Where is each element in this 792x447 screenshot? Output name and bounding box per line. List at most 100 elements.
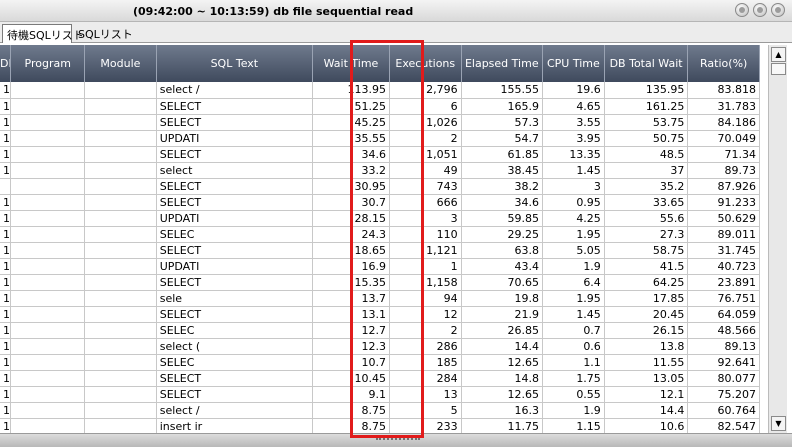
cell-program bbox=[10, 338, 86, 355]
table-row[interactable]: 1 SELECT 30.7 666 34.6 0.95 33.65 91.233 bbox=[0, 194, 760, 211]
column-header-program[interactable]: Program bbox=[10, 45, 86, 82]
cell-db-total-wait: 135.95 bbox=[604, 82, 689, 99]
cell-db-total-wait: 13.8 bbox=[604, 338, 689, 355]
table-row[interactable]: 1 select /8.75 5 16.3 1.9 14.4 60.764 bbox=[0, 402, 760, 419]
cell-module bbox=[84, 402, 157, 419]
cell-module bbox=[84, 130, 157, 147]
cell-module bbox=[84, 418, 157, 433]
column-header-executions[interactable]: Executions bbox=[389, 45, 462, 82]
tab-sql-list[interactable]: SQLリスト bbox=[74, 24, 133, 43]
table-row[interactable]: 1 SELECT 13.1 12 21.9 1.45 20.45 64.059 bbox=[0, 306, 760, 323]
table-row[interactable]: 1 select /113.95 2,796 155.55 19.6 135.95 83.8… bbox=[0, 82, 760, 99]
cell-elapsed-time: 54.7 bbox=[461, 130, 543, 147]
minimize-button[interactable] bbox=[735, 3, 749, 17]
table-row[interactable]: 1 sele 13.7 94 19.8 1.95 17.85 76.751 bbox=[0, 290, 760, 307]
column-header-elapsed-time[interactable]: Elapsed Time bbox=[461, 45, 543, 82]
cell-program bbox=[10, 194, 86, 211]
cell-db-user: 1 bbox=[0, 162, 12, 179]
tab-wait-sql-list[interactable]: 待機SQLリスト bbox=[2, 24, 84, 43]
cell-executions: 2,796 bbox=[389, 82, 462, 99]
cell-sql-text: SELEC bbox=[156, 354, 313, 371]
cell-wait-time: 12.7 bbox=[312, 322, 390, 339]
cell-db-user: 1 bbox=[0, 290, 12, 307]
scroll-down-button[interactable]: ▼ bbox=[771, 416, 786, 431]
cell-db-user: 1 bbox=[0, 130, 12, 147]
vertical-scrollbar[interactable]: ▲ ▼ bbox=[768, 45, 787, 433]
sql-table: DB UserProgramModuleSQL TextWait TimeExe… bbox=[0, 45, 760, 433]
maximize-button[interactable] bbox=[753, 3, 767, 17]
cell-ratio: 87.926 bbox=[687, 178, 760, 195]
table-row[interactable]: 1 SELECT 45.25 1,026 57.3 3.55 53.75 84.186 bbox=[0, 114, 760, 131]
cell-sql-text: sele bbox=[156, 290, 313, 307]
column-header-db-total-wait[interactable]: DB Total Wait bbox=[604, 45, 689, 82]
table-row[interactable]: 1 SELEC 12.7 2 26.85 0.7 26.15 48.566 bbox=[0, 322, 760, 339]
column-header-module[interactable]: Module bbox=[84, 45, 157, 82]
table-row[interactable]: 1 select 33.2 49 38.45 1.45 37 89.73 bbox=[0, 162, 760, 179]
column-header-db-user[interactable]: DB User bbox=[0, 45, 12, 82]
cell-wait-time: 30.95 bbox=[312, 178, 390, 195]
table-row[interactable]: 1 SELEC 24.3 110 29.25 1.95 27.3 89.011 bbox=[0, 226, 760, 243]
cell-db-total-wait: 53.75 bbox=[604, 114, 689, 131]
cell-module bbox=[84, 290, 157, 307]
close-button[interactable] bbox=[771, 3, 785, 17]
table-row[interactable]: 1 SELECT 10.45 284 14.8 1.75 13.05 80.077 bbox=[0, 370, 760, 387]
table-row[interactable]: SELECT 30.95 743 38.2 3 35.2 87.926 bbox=[0, 178, 760, 195]
splitter-grip-icon[interactable] bbox=[376, 438, 420, 444]
cell-db-user: 1 bbox=[0, 418, 12, 433]
cell-wait-time: 45.25 bbox=[312, 114, 390, 131]
cell-db-total-wait: 50.75 bbox=[604, 130, 689, 147]
cell-cpu-time: 1.15 bbox=[542, 418, 605, 433]
cell-executions: 1,026 bbox=[389, 114, 462, 131]
cell-module bbox=[84, 210, 157, 227]
table-row[interactable]: 1 insert ir 8.75 233 11.75 1.15 10.6 82.547 bbox=[0, 418, 760, 433]
column-header-sql-text[interactable]: SQL Text bbox=[156, 45, 313, 82]
cell-db-total-wait: 26.15 bbox=[604, 322, 689, 339]
table-row[interactable]: 1 SELECT 9.1 13 12.65 0.55 12.1 75.207 bbox=[0, 386, 760, 403]
cell-program bbox=[10, 386, 86, 403]
table-row[interactable]: 1 SELEC 10.7 185 12.65 1.1 11.55 92.641 bbox=[0, 354, 760, 371]
table-row[interactable]: 1 UPDATI 16.9 1 43.4 1.9 41.5 40.723 bbox=[0, 258, 760, 275]
cell-db-total-wait: 33.65 bbox=[604, 194, 689, 211]
column-header-cpu-time[interactable]: CPU Time bbox=[542, 45, 605, 82]
cell-sql-text: SELECT bbox=[156, 114, 313, 131]
cell-executions: 185 bbox=[389, 354, 462, 371]
cell-ratio: 92.641 bbox=[687, 354, 760, 371]
cell-cpu-time: 0.6 bbox=[542, 338, 605, 355]
cell-program bbox=[10, 306, 86, 323]
cell-wait-time: 13.7 bbox=[312, 290, 390, 307]
cell-sql-text: SELECT bbox=[156, 178, 313, 195]
cell-db-total-wait: 14.4 bbox=[604, 402, 689, 419]
cell-module bbox=[84, 338, 157, 355]
cell-elapsed-time: 34.6 bbox=[461, 194, 543, 211]
scroll-thumb[interactable] bbox=[771, 63, 786, 75]
table-row[interactable]: 1 SELECT 34.6 1,051 61.85 13.35 48.5 71.34 bbox=[0, 146, 760, 163]
table-row[interactable]: 1 UPDATI 35.55 2 54.7 3.95 50.75 70.049 bbox=[0, 130, 760, 147]
cell-module bbox=[84, 194, 157, 211]
bottom-splitter[interactable] bbox=[0, 433, 792, 447]
cell-wait-time: 8.75 bbox=[312, 418, 390, 433]
table-row[interactable]: 1 SELECT 18.65 1,121 63.8 5.05 58.75 31.745 bbox=[0, 242, 760, 259]
cell-executions: 743 bbox=[389, 178, 462, 195]
table-row[interactable]: 1 UPDATI 28.15 3 59.85 4.25 55.6 50.629 bbox=[0, 210, 760, 227]
cell-db-user: 1 bbox=[0, 258, 12, 275]
cell-program bbox=[10, 226, 86, 243]
cell-db-user: 1 bbox=[0, 322, 12, 339]
table-row[interactable]: 1 SELECT 51.25 6 165.9 4.65 161.25 31.783 bbox=[0, 98, 760, 115]
cell-db-total-wait: 17.85 bbox=[604, 290, 689, 307]
cell-cpu-time: 1.9 bbox=[542, 258, 605, 275]
table-row[interactable]: 1 SELECT 15.35 1,158 70.65 6.4 64.25 23.891 bbox=[0, 274, 760, 291]
scroll-up-button[interactable]: ▲ bbox=[771, 47, 786, 62]
cell-cpu-time: 1.1 bbox=[542, 354, 605, 371]
table-row[interactable]: 1 select (12.3 286 14.4 0.6 13.8 89.13 bbox=[0, 338, 760, 355]
cell-module bbox=[84, 354, 157, 371]
column-header-wait-time[interactable]: Wait Time bbox=[312, 45, 390, 82]
cell-db-user bbox=[0, 178, 12, 195]
cell-ratio: 83.818 bbox=[687, 82, 760, 99]
column-header-ratio[interactable]: Ratio(%) bbox=[687, 45, 760, 82]
cell-db-total-wait: 64.25 bbox=[604, 274, 689, 291]
cell-elapsed-time: 38.2 bbox=[461, 178, 543, 195]
cell-db-total-wait: 55.6 bbox=[604, 210, 689, 227]
cell-wait-time: 10.45 bbox=[312, 370, 390, 387]
cell-executions: 1,121 bbox=[389, 242, 462, 259]
cell-db-user: 1 bbox=[0, 242, 12, 259]
